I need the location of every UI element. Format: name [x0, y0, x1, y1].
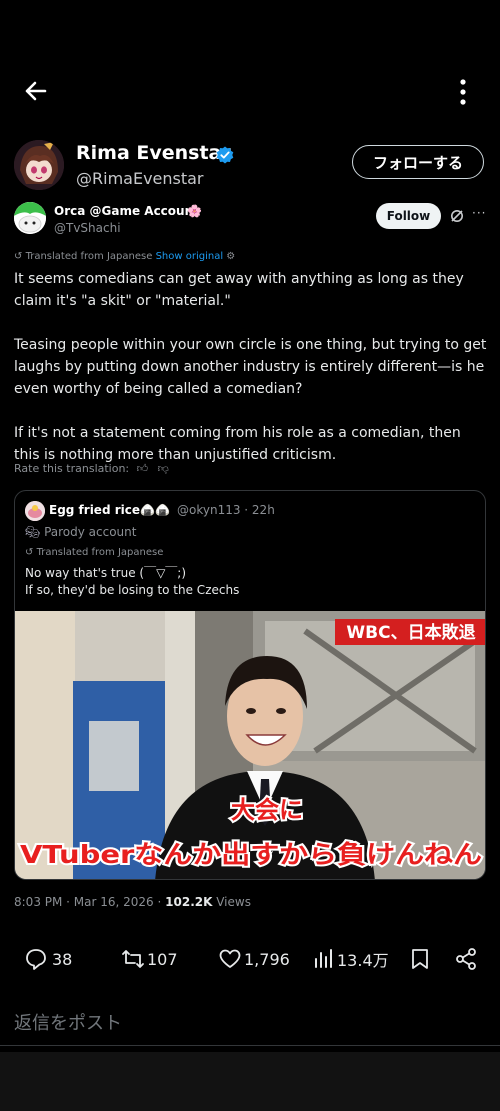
embedded-more-icon[interactable]: ··· [472, 206, 486, 220]
translate-icon: ↺ [14, 251, 23, 262]
embedded-author-avatar[interactable] [14, 202, 46, 234]
quoted-handle-time: @okyn113 · 22h [177, 503, 275, 517]
repost-action[interactable]: 107 [121, 944, 178, 974]
translation-label: Translated from Japanese [25, 251, 153, 262]
embedded-follow-button[interactable]: Follow [376, 203, 441, 229]
quoted-translation-notice: ↺ Translated from Japanese [25, 547, 163, 558]
translate-icon: ↺ [25, 547, 34, 558]
repost-icon [122, 950, 144, 968]
caption-line-1: 大会に [231, 796, 303, 824]
bottom-area [0, 1052, 500, 1111]
author-avatar[interactable] [14, 140, 64, 190]
share-icon [456, 948, 476, 970]
banner-text: WBC、日本敗退 [346, 622, 475, 643]
thumbs-down-icon[interactable]: 👎︎ [158, 462, 169, 475]
views-chart-icon [315, 949, 332, 968]
follow-button[interactable]: フォローする [352, 145, 484, 179]
flower-emoji: 🌸 [187, 204, 202, 218]
more-vertical-icon[interactable] [450, 78, 476, 106]
arrow-left-icon[interactable] [20, 76, 50, 106]
mask-icon: 🎭︎ [25, 525, 41, 539]
reply-count: 38 [52, 949, 73, 969]
views-action[interactable]: 13.4万 [313, 944, 389, 974]
bookmark-action[interactable] [409, 944, 431, 974]
author-header: Rima Evenstar @RimaEvenstar フォローする [0, 136, 500, 196]
post-body: It seems comedians can get away with any… [14, 268, 490, 488]
author-name[interactable]: Rima Evenstar [76, 142, 231, 164]
quoted-text: No way that's true (￣▽￣;) If so, they'd … [25, 565, 239, 599]
embedded-author-row: Orca @Game Account 🌸 @TvShachi Follow ··… [0, 200, 500, 240]
embedded-author-handle: @TvShachi [54, 221, 121, 235]
post-time[interactable]: 8:03 PM · Mar 16, 2026 · [14, 895, 165, 909]
quoted-author-name[interactable]: Egg fried rice🍙🍙 [49, 503, 170, 517]
post-paragraph: If it's not a statement coming from his … [14, 425, 461, 463]
quoted-post[interactable]: Egg fried rice🍙🍙 @okyn113 · 22h 🎭︎ Parod… [14, 490, 486, 880]
grok-icon[interactable] [449, 208, 465, 224]
like-count: 1,796 [244, 949, 290, 969]
thumbs-up-icon[interactable]: 👍︎ [137, 462, 149, 475]
post-paragraph: Teasing people within your own circle is… [14, 337, 487, 397]
rate-label: Rate this translation: [14, 462, 130, 475]
embedded-author-name[interactable]: Orca @Game Account [54, 204, 199, 218]
views-label: Views [212, 895, 251, 909]
author-handle: @RimaEvenstar [76, 169, 204, 188]
views-count: 102.2K [165, 895, 213, 909]
repost-count: 107 [147, 949, 178, 969]
parody-text: Parody account [44, 525, 137, 539]
quoted-translation-label: Translated from Japanese [36, 547, 164, 558]
like-action[interactable]: 1,796 [218, 944, 290, 974]
bookmark-icon [412, 949, 428, 969]
views-count-action: 13.4万 [337, 951, 389, 970]
reply-action[interactable]: 38 [24, 944, 72, 974]
quoted-line: No way that's true (￣▽￣;) [25, 566, 187, 580]
top-bar [0, 70, 500, 110]
translation-notice: ↺ Translated from Japanese Show original… [14, 251, 235, 262]
caption-line-2: VTuberなんか出すから負けんねん [20, 840, 482, 869]
rate-translation: Rate this translation: 👍︎ 👎︎ [14, 462, 169, 475]
post-paragraph: It seems comedians can get away with any… [14, 271, 464, 309]
settings-icon[interactable]: ⚙ [226, 251, 235, 262]
share-action[interactable] [455, 944, 477, 974]
show-original-link[interactable]: Show original [156, 251, 224, 262]
parody-label: 🎭︎ Parody account [25, 525, 136, 539]
quoted-image[interactable]: WBC、日本敗退 大会に VTuberなんか出すから負けんねん [15, 611, 485, 879]
quoted-line: If so, they'd be losing to the Czechs [25, 583, 240, 597]
reply-input[interactable]: 返信をポスト [14, 1009, 122, 1035]
reply-box[interactable]: 返信をポスト [0, 1001, 500, 1046]
post-timestamp: 8:03 PM · Mar 16, 2026 · 102.2K Views [14, 895, 251, 909]
reply-icon [26, 949, 46, 970]
heart-icon [219, 949, 241, 968]
quoted-avatar[interactable] [25, 501, 45, 521]
action-bar: 38 107 1,796 13.4万 [0, 944, 500, 976]
verified-badge-icon [216, 146, 234, 164]
